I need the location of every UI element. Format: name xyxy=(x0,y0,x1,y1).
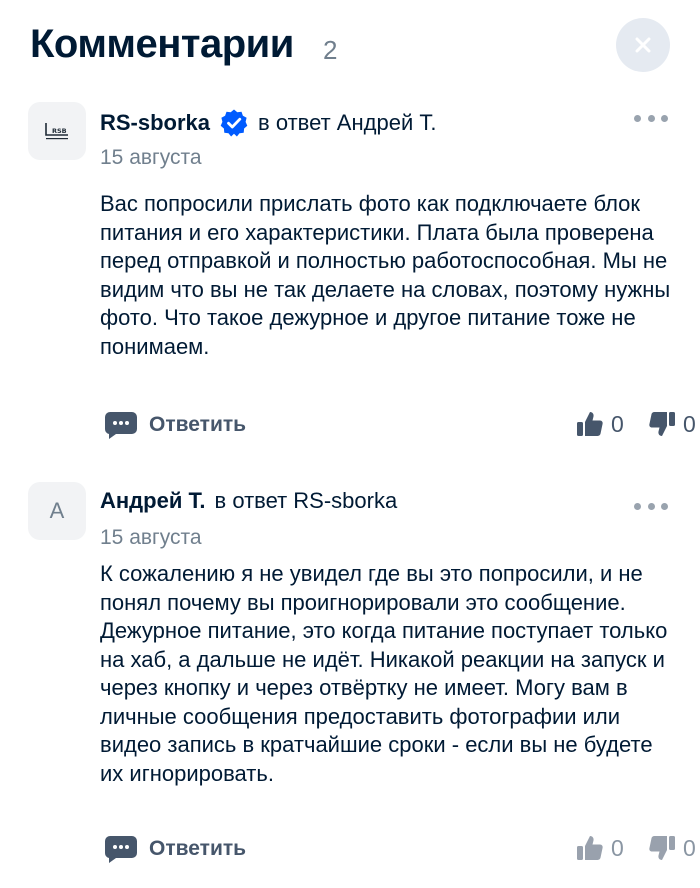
dot-icon xyxy=(661,114,668,122)
more-options-button[interactable] xyxy=(634,500,668,512)
page-title: Комментарии xyxy=(30,22,294,66)
like-button[interactable]: 0 xyxy=(576,410,624,438)
dislikes-count: 0 xyxy=(683,410,696,437)
comment-head: Андрей Т. в ответ RS-sborka xyxy=(100,488,397,514)
comment-item: A Андрей Т. в ответ RS-sborka 15 августа… xyxy=(28,482,696,882)
likes-count: 0 xyxy=(611,410,624,437)
dot-icon xyxy=(634,502,641,510)
dot-icon xyxy=(647,114,655,122)
dot-icon xyxy=(634,114,641,122)
thumbs-down-icon xyxy=(649,412,675,436)
thumbs-up-icon xyxy=(577,412,603,436)
reply-label: Ответить xyxy=(149,837,247,860)
reply-label: Ответить xyxy=(149,413,247,436)
author-name[interactable]: RS-sborka xyxy=(100,110,210,136)
reply-to-text: в ответ Андрей Т. xyxy=(258,110,437,135)
verified-badge-icon xyxy=(220,109,248,137)
comment-actions: Ответить 0 0 xyxy=(104,410,696,442)
more-options-button[interactable] xyxy=(634,112,668,124)
comment-date: 15 августа xyxy=(100,526,202,549)
likes-count: 0 xyxy=(611,834,624,861)
chat-bubble-icon xyxy=(104,836,137,863)
like-button[interactable]: 0 xyxy=(576,834,624,862)
dislike-button[interactable]: 0 xyxy=(648,834,696,862)
reply-button[interactable]: Ответить xyxy=(104,834,246,864)
comment-text: Вас попросили прислать фото как подключа… xyxy=(100,191,671,359)
author-name[interactable]: Андрей Т. xyxy=(100,488,206,514)
chat-bubble-icon xyxy=(104,412,137,439)
comment-text: К сожалению я не увидел где вы это попро… xyxy=(100,561,668,786)
reply-button[interactable]: Ответить xyxy=(104,410,246,440)
dot-icon xyxy=(647,502,655,510)
comment-actions: Ответить 0 0 xyxy=(104,834,696,866)
comments-header: Комментарии 2 xyxy=(30,18,670,74)
dislikes-count: 0 xyxy=(683,834,696,861)
dislike-button[interactable]: 0 xyxy=(648,410,696,438)
comment-head: RS-sborka в ответ Андрей Т. xyxy=(100,108,436,138)
comment-date: 15 августа xyxy=(100,146,202,169)
svg-text:RSB: RSB xyxy=(52,127,67,135)
thumbs-down-icon xyxy=(649,836,675,860)
reply-to-text: в ответ RS-sborka xyxy=(214,488,398,513)
close-button[interactable] xyxy=(616,18,670,72)
avatar-letter: A xyxy=(49,498,65,523)
comments-count: 2 xyxy=(323,35,338,65)
avatar[interactable]: A xyxy=(28,482,86,540)
dot-icon xyxy=(661,502,668,510)
close-icon xyxy=(635,37,651,53)
thumbs-up-icon xyxy=(577,836,603,860)
comment-item: RSB RS-sborka в ответ Андрей Т. 15 авгус… xyxy=(28,102,696,462)
avatar[interactable]: RSB xyxy=(28,102,86,160)
rs-sborka-logo-icon: RSB xyxy=(45,123,68,140)
